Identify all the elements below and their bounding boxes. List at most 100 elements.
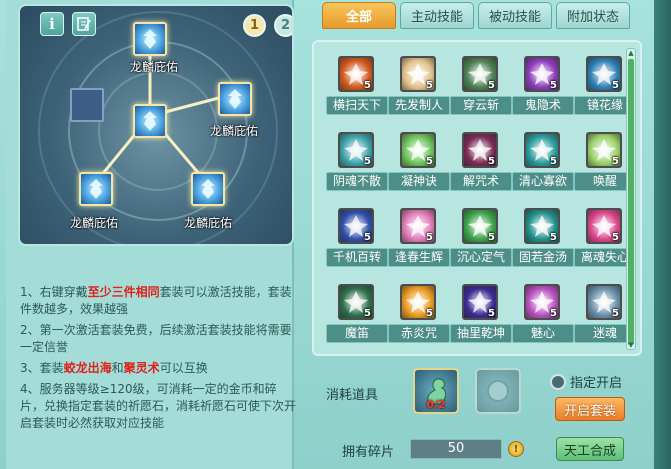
skill-grid: 5 横扫天下 5 先发制人 5 穿云斩 5 鬼隐术 5 镜花缘 5 阴魂不散 5 凝神诀 5 解咒术 5 清心寡欲… [312,40,642,356]
scroll-thumb[interactable] [628,59,634,345]
skill-level: 5 [426,156,433,167]
skill-icon[interactable]: 5 [462,132,498,168]
skill-name: 千机百转 [326,248,388,267]
fragment-orb-icon [487,380,509,402]
suit-slot-bottom-right[interactable] [191,172,225,206]
skill-level: 5 [488,80,495,91]
rules-text: 1、右键穿戴至少三件相同套装可以激活技能，套装件数越多，效果越强 2、第一次激活… [20,284,296,436]
consume-item-slot-2[interactable] [475,368,521,414]
skill-cell[interactable]: 5 魔笛 [322,278,392,350]
skill-cell[interactable]: 5 解咒术 [446,126,516,198]
skill-icon[interactable]: 5 [524,132,560,168]
skill-icon[interactable]: 5 [524,56,560,92]
dragon-scale-icon [201,179,215,199]
skill-name: 阴魂不散 [326,172,388,191]
skill-cell[interactable]: 5 穿云斩 [446,50,516,122]
fragments-label: 拥有碎片 [342,445,395,460]
skill-name: 沉心定气 [450,248,512,267]
dragon-scale-icon [228,89,242,109]
scroll-up-icon[interactable]: ▲ [627,49,635,57]
skill-cell[interactable]: 5 先发制人 [384,50,454,122]
suit-slot-right[interactable] [218,82,252,116]
tab-all[interactable]: 全部 [322,2,396,29]
skill-level: 5 [364,308,371,319]
open-suit-button[interactable]: 开启套装 [555,397,625,421]
suit-skill-window: i 1 2 龙麟庇佑 龙麟庇佑 龙麟庇佑 龙麟庇佑 1、右键穿戴至少三件相同套装… [0,0,671,469]
skill-cell[interactable]: 5 赤炎咒 [384,278,454,350]
suit-constellation: i 1 2 龙麟庇佑 龙麟庇佑 龙麟庇佑 龙麟庇佑 [18,4,294,246]
skill-level: 5 [550,80,557,91]
edit-icon[interactable] [72,12,96,36]
consume-label: 消耗道具 [326,388,379,403]
skill-icon[interactable]: 5 [338,56,374,92]
tab-extra-status[interactable]: 附加状态 [556,2,630,29]
skill-cell[interactable]: 5 抽里乾坤 [446,278,516,350]
skill-level: 5 [426,80,433,91]
specified-open-radio[interactable] [550,373,566,390]
skill-cell[interactable]: 5 千机百转 [322,202,392,274]
skill-name: 清心寡欲 [512,172,574,191]
skill-icon[interactable]: 5 [400,132,436,168]
skill-filter-tabs: 全部 主动技能 被动技能 附加状态 [322,2,630,29]
skill-icon[interactable]: 5 [338,132,374,168]
slot-label-bottom-left: 龙麟庇佑 [70,216,119,230]
skill-name: 解咒术 [450,172,512,191]
craft-button[interactable]: 天工合成 [556,437,624,461]
skill-scrollbar[interactable]: ▲ ▼ [626,48,636,350]
rule-3: 3、套装蛟龙出海和聚灵术可以互换 [20,361,208,375]
skill-name: 凝神诀 [388,172,450,191]
skill-cell[interactable]: 5 凝神诀 [384,126,454,198]
consume-item-dragon[interactable]: 0/2 [413,368,459,414]
skill-cell[interactable]: 5 沉心定气 [446,202,516,274]
slot-label-top: 龙麟庇佑 [130,60,179,74]
skill-level: 5 [550,308,557,319]
skill-icon[interactable]: 5 [586,56,622,92]
empty-equip-slot[interactable] [70,88,104,122]
skill-icon[interactable]: 5 [462,56,498,92]
skill-icon[interactable]: 5 [400,56,436,92]
skill-level: 5 [364,80,371,91]
info-icon[interactable]: i [40,12,64,36]
skill-icon[interactable]: 5 [462,284,498,320]
skill-icon[interactable]: 5 [462,208,498,244]
suit-slot-center[interactable] [133,104,167,138]
skill-level: 5 [364,232,371,243]
rule-4: 4、服务器等级≥120级，可消耗一定的金币和碎片，兑换指定套装的祈愿石，消耗祈愿… [20,382,297,430]
left-panel: i 1 2 龙麟庇佑 龙麟庇佑 龙麟庇佑 龙麟庇佑 1、右键穿戴至少三件相同套装… [6,0,296,469]
skill-cell[interactable]: 5 魅心 [508,278,578,350]
scroll-down-icon[interactable]: ▼ [627,341,635,349]
tab-active-skills[interactable]: 主动技能 [400,2,474,29]
skill-icon[interactable]: 5 [400,284,436,320]
skill-cell[interactable]: 5 固若金汤 [508,202,578,274]
skill-name: 魔笛 [326,324,388,343]
skill-icon[interactable]: 5 [586,284,622,320]
skill-cell[interactable]: 5 逢春生辉 [384,202,454,274]
skill-icon[interactable]: 5 [586,208,622,244]
skill-level: 5 [550,232,557,243]
specified-open-label: 指定开启 [570,376,623,391]
skill-level: 5 [612,80,619,91]
page-tab-1[interactable]: 1 [243,14,266,37]
coin-info-icon[interactable]: ! [508,441,524,457]
skill-icon[interactable]: 5 [338,284,374,320]
skill-icon[interactable]: 5 [338,208,374,244]
suit-slot-bottom-left[interactable] [79,172,113,206]
skill-name: 先发制人 [388,96,450,115]
page-tab-2[interactable]: 2 [274,14,292,37]
slot-label-right: 龙麟庇佑 [210,124,259,138]
skill-icon[interactable]: 5 [400,208,436,244]
skill-name: 抽里乾坤 [450,324,512,343]
specified-open-option[interactable]: 指定开启 [550,372,622,391]
skill-cell[interactable]: 5 鬼隐术 [508,50,578,122]
fragments-value: 50 [410,439,502,459]
skill-cell[interactable]: 5 清心寡欲 [508,126,578,198]
skill-icon[interactable]: 5 [524,284,560,320]
skill-cell[interactable]: 5 阴魂不散 [322,126,392,198]
skill-icon[interactable]: 5 [586,132,622,168]
tab-passive-skills[interactable]: 被动技能 [478,2,552,29]
skill-cell[interactable]: 5 横扫天下 [322,50,392,122]
skill-icon[interactable]: 5 [524,208,560,244]
skill-level: 5 [488,156,495,167]
suit-slot-top[interactable] [133,22,167,56]
rule-2: 2、第一次激活套装免费，后续激活套装技能将需要一定信誉 [20,323,292,354]
